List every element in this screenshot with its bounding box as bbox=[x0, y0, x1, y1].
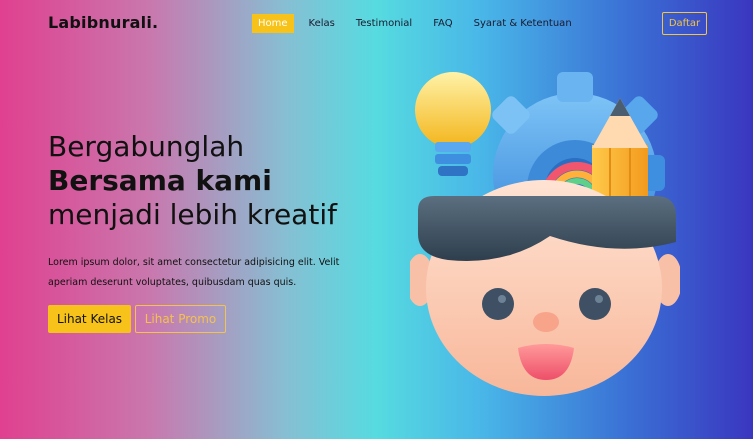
hero-description: Lorem ipsum dolor, sit amet consectetur … bbox=[48, 257, 340, 288]
hero-title-line-1: Bergabunglah bbox=[48, 130, 245, 163]
nav-menu: Home Kelas Testimonial FAQ Syarat & Kete… bbox=[252, 14, 593, 33]
nav-item-faq[interactable]: FAQ bbox=[433, 14, 452, 33]
nav-item-testimonial[interactable]: Testimonial bbox=[356, 14, 412, 33]
hero-title-line-3: menjadi lebih kreatif bbox=[48, 198, 337, 231]
navbar: Labibnurali. Home Kelas Testimonial FAQ … bbox=[0, 0, 753, 48]
lihat-kelas-button[interactable]: Lihat Kelas bbox=[48, 305, 131, 333]
daftar-button[interactable]: Daftar bbox=[662, 12, 707, 35]
nav-item-syarat-ketentuan[interactable]: Syarat & Ketentuan bbox=[474, 14, 572, 33]
hero-title-line-2: Bersama kami bbox=[48, 164, 272, 197]
lihat-promo-button[interactable]: Lihat Promo bbox=[135, 305, 226, 333]
face-icon bbox=[410, 180, 680, 396]
hero-title: Bergabunglah Bersama kami menjadi lebih … bbox=[48, 130, 337, 232]
nav-item-kelas[interactable]: Kelas bbox=[309, 14, 335, 33]
creative-mind-icon bbox=[410, 72, 680, 396]
lightbulb-icon bbox=[415, 72, 491, 176]
logo[interactable]: Labibnurali. bbox=[48, 13, 158, 32]
nav-item-home[interactable]: Home bbox=[252, 14, 294, 33]
